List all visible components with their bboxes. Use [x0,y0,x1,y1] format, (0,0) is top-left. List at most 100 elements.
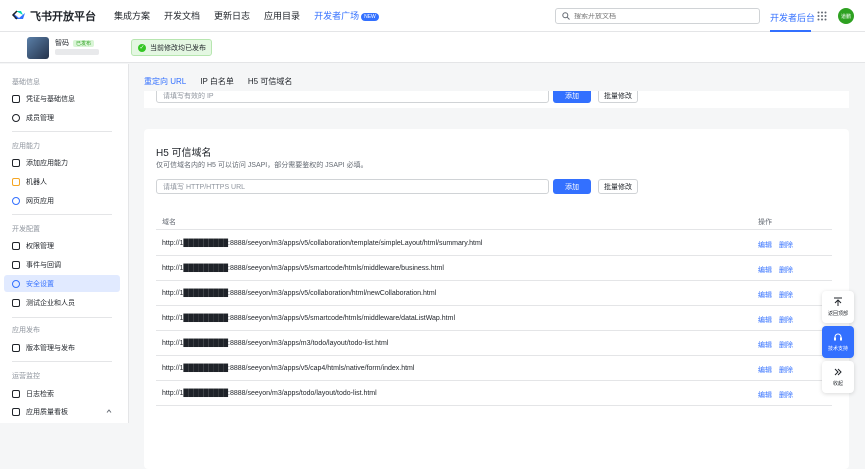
nav-docs[interactable]: 开发文档 [164,9,200,22]
sidebar-item-members[interactable]: 成员管理 [4,109,120,126]
search-icon [562,12,570,20]
tech-support-label: 技术支持 [827,346,848,352]
sidebar-item-web-app[interactable]: 网页应用 [4,192,120,209]
app-icon [27,37,49,59]
table-row: http://1█████████:8888/seeyon/m3/apps/v5… [156,281,832,306]
sidebar-item-add-capability[interactable]: 添加应用能力 [4,154,120,171]
ip-whitelist-card: 请填写有效的 IP 添加 批量修改 [144,91,849,108]
sidebar-item-permissions[interactable]: 权限管理 [4,237,120,254]
sidebar-item-events[interactable]: 事件与回调 [4,256,120,273]
table-row: http://1█████████:8888/seeyon/m3/apps/v5… [156,356,832,381]
edit-link[interactable]: 编辑 [758,390,772,400]
top-bar: 飞书开放平台 集成方案 开发文档 更新日志 应用目录 开发者广场NEW 开发者后… [0,0,865,32]
table-row: http://1█████████:8888/seeyon/m3/apps/v5… [156,306,832,331]
sidebar-item-label: 事件与回调 [26,261,61,269]
upload-icon [12,343,20,352]
sidebar-item-label: 机器人 [26,178,47,186]
domain-url: http://1█████████:8888/seeyon/m3/apps/v5… [162,265,444,272]
status-badge: 已发布 [73,39,95,47]
sidebar: 基础信息 凭证与基础信息 成员管理 应用能力 添加应用能力 机器人 网页应用 开… [0,64,129,423]
table-row: http://1█████████:8888/seeyon/m3/apps/to… [156,381,832,406]
col-action: 操作 [758,219,772,226]
domain-url: http://1█████████:8888/seeyon/m3/apps/m3… [162,340,389,347]
sidebar-item-label: 凭证与基础信息 [26,95,75,103]
sidebar-item-bot[interactable]: 机器人 [4,173,120,190]
id-card-icon [12,94,20,103]
event-icon [12,260,20,269]
back-to-top-button[interactable]: 返回顶部 [822,291,854,323]
collapse-label: 收起 [832,381,843,387]
table-row: http://1█████████:8888/seeyon/m3/apps/m3… [156,331,832,356]
delete-link[interactable]: 删除 [779,315,793,325]
sidebar-item-quality[interactable]: 应用质量看板 [4,403,120,420]
search-box[interactable] [555,8,760,24]
sidebar-item-security[interactable]: 安全设置 [4,275,120,292]
app-subtitle-blur [55,49,99,55]
shield-icon [12,279,20,288]
new-badge: NEW [361,12,379,21]
brand-logo[interactable]: 飞书开放平台 [12,8,100,24]
table-row: http://1█████████:8888/seeyon/m3/apps/v5… [156,231,832,256]
sidebar-item-label: 应用质量看板 [26,408,68,416]
sidebar-item-label: 版本管理与发布 [26,344,75,352]
table-row: http://1█████████:8888/seeyon/m3/apps/v5… [156,256,832,281]
edit-link[interactable]: 编辑 [758,365,772,375]
sidebar-item-versions[interactable]: 版本管理与发布 [4,339,120,356]
search-input[interactable] [574,12,744,20]
sidebar-section-title: 运营监控 [12,373,40,380]
sidebar-item-label: 安全设置 [26,280,54,288]
sidebar-section-title: 应用能力 [12,143,40,150]
h5-section-title: H5 可信域名 [156,148,212,159]
edit-link[interactable]: 编辑 [758,240,772,250]
ip-add-button[interactable]: 添加 [553,91,591,103]
sidebar-section-title: 开发配置 [12,226,40,233]
apps-grid-icon[interactable] [817,11,827,21]
dev-backend-link[interactable]: 开发者后台 [770,11,815,24]
back-arrow-icon[interactable] [11,10,19,20]
h5-url-input[interactable]: 请填写 HTTP/HTTPS URL [156,179,549,194]
tech-support-button[interactable]: 技术支持 [822,326,854,358]
sidebar-divider [12,317,112,318]
delete-link[interactable]: 删除 [779,290,793,300]
sidebar-item-credentials[interactable]: 凭证与基础信息 [4,90,120,107]
edit-link[interactable]: 编辑 [758,340,772,350]
sidebar-item-label: 日志检索 [26,390,54,398]
sidebar-divider [12,361,112,362]
table-header: 域名 操作 [156,213,832,230]
edit-link[interactable]: 编辑 [758,315,772,325]
user-avatar[interactable]: 道鹏 [838,8,854,24]
h5-add-button[interactable]: 添加 [553,179,591,194]
sidebar-item-label: 成员管理 [26,114,54,122]
sidebar-item-label: 测试企业和人员 [26,299,75,307]
chart-icon [12,407,20,416]
sidebar-item-label: 网页应用 [26,197,54,205]
nav-solutions[interactable]: 集成方案 [114,9,150,22]
sidebar-item-label: 权限管理 [26,242,54,250]
collapse-button[interactable]: 收起 [822,361,854,393]
plus-box-icon [12,158,20,167]
edit-link[interactable]: 编辑 [758,290,772,300]
delete-link[interactable]: 删除 [779,265,793,275]
delete-link[interactable]: 删除 [779,365,793,375]
nav-app-directory[interactable]: 应用目录 [264,9,300,22]
domain-url: http://1█████████:8888/seeyon/m3/apps/v5… [162,315,455,322]
app-name: 智码 [55,40,69,47]
sidebar-item-test-tenant[interactable]: 测试企业和人员 [4,294,120,311]
domain-url: http://1█████████:8888/seeyon/m3/apps/v5… [162,365,415,372]
delete-link[interactable]: 删除 [779,240,793,250]
nav-dev-square[interactable]: 开发者广场 NEW [314,9,379,22]
test-icon [12,298,20,307]
col-domain: 域名 [162,219,176,226]
user-icon [12,113,20,122]
sidebar-item-logs[interactable]: 日志检索 [4,385,120,402]
h5-batch-edit-button[interactable]: 批量修改 [598,179,638,194]
toast-text: 当前修改均已发布 [150,44,206,52]
nav-dev-square-label: 开发者广场 [314,11,360,21]
edit-link[interactable]: 编辑 [758,265,772,275]
ip-input[interactable]: 请填写有效的 IP [156,91,549,103]
delete-link[interactable]: 删除 [779,340,793,350]
ip-batch-edit-button[interactable]: 批量修改 [598,91,638,103]
delete-link[interactable]: 删除 [779,390,793,400]
chevron-up-icon [106,409,112,413]
nav-changelog[interactable]: 更新日志 [214,9,250,22]
